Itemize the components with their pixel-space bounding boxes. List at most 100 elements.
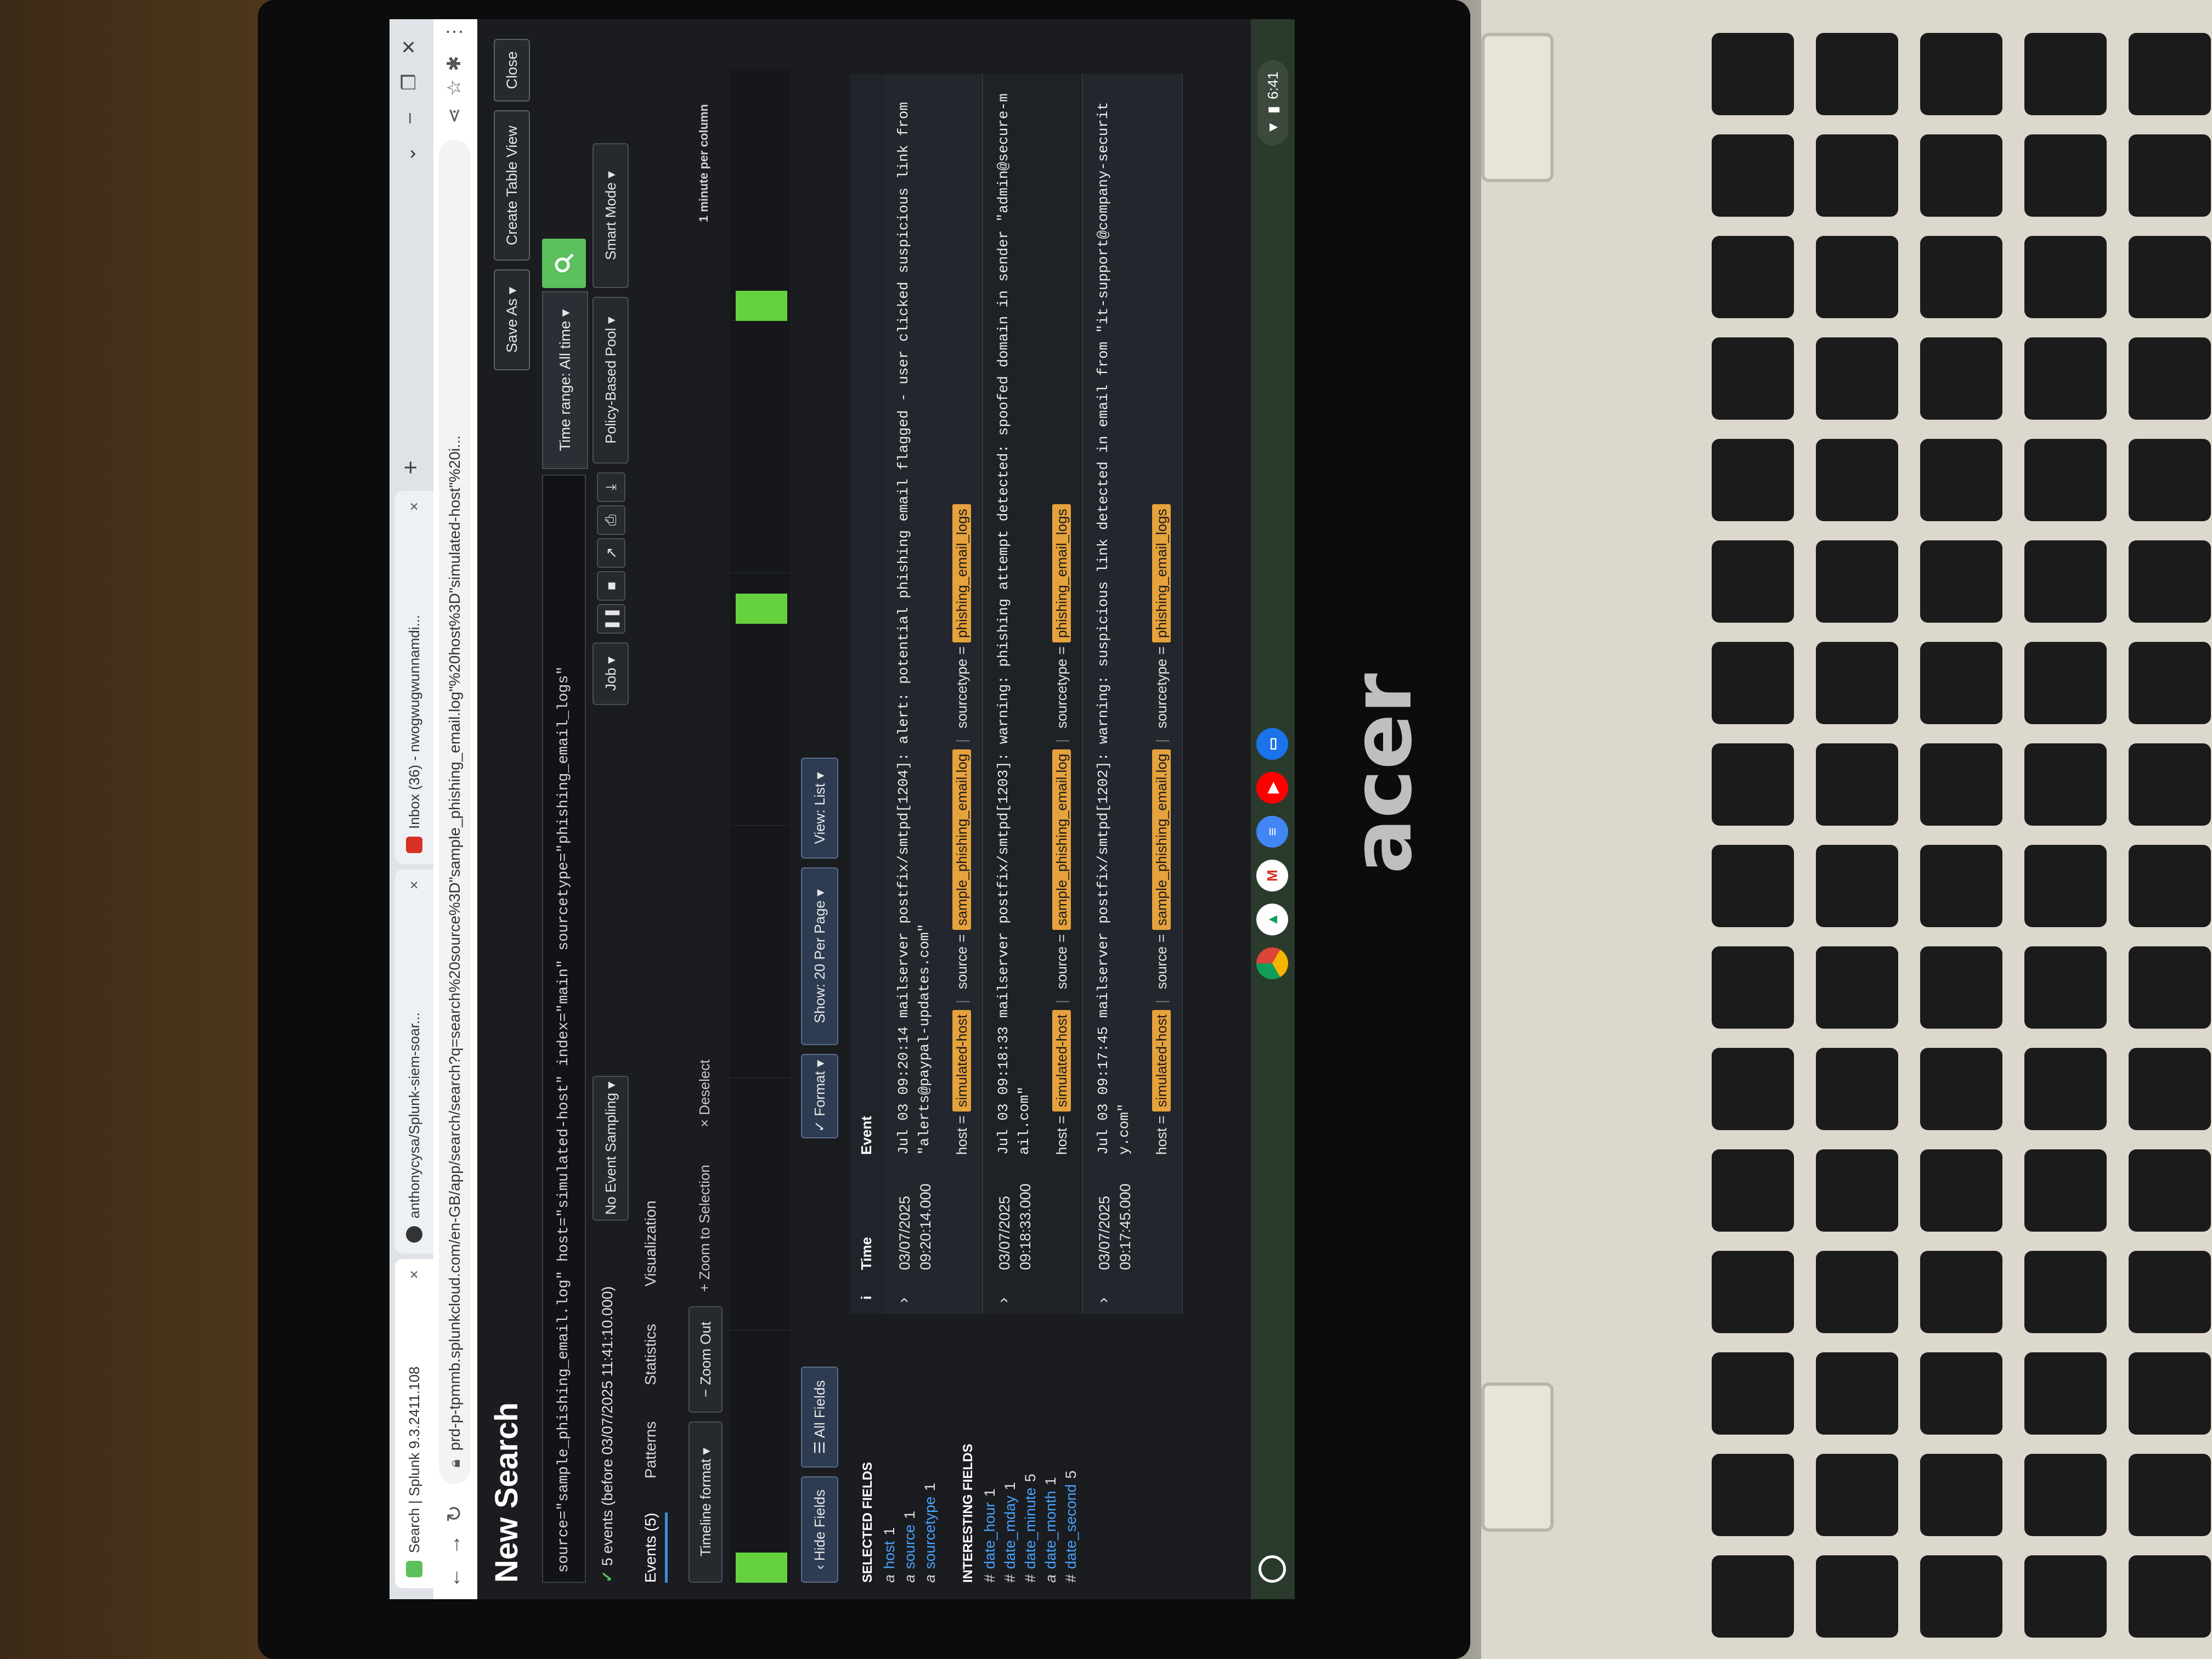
restore-icon[interactable]: ❐ (398, 74, 420, 91)
interesting-fields-heading: INTERESTING FIELDS (961, 1443, 975, 1583)
browser-tab-github[interactable]: anthonycysa/Splunk-siem-soar... × (395, 870, 433, 1254)
keyboard-key (2129, 946, 2211, 1029)
star-icon[interactable]: ☆ (443, 80, 465, 96)
expand-icon[interactable]: › (894, 1297, 913, 1303)
keyboard-key (2024, 134, 2107, 217)
keyboard-key (2024, 1048, 2107, 1130)
expand-icon[interactable]: › (994, 1297, 1013, 1303)
new-tab-icon[interactable]: + (397, 460, 425, 475)
chrome-icon[interactable] (1256, 947, 1288, 979)
docs-icon[interactable]: ≡ (1256, 816, 1288, 848)
youtube-icon[interactable]: ▶ (1256, 772, 1288, 804)
timeline-format-dropdown[interactable]: Timeline format ▾ (689, 1421, 723, 1583)
keyboard-key (2129, 1048, 2211, 1130)
timeline-bar[interactable] (736, 593, 787, 624)
field-date-month[interactable]: a date_month 1 (1042, 1319, 1059, 1583)
keyboard-key (2129, 33, 2211, 115)
event-date: 03/07/2025 (896, 1195, 913, 1270)
zoom-to-selection-link[interactable]: + Zoom to Selection (696, 1165, 713, 1292)
share-icon[interactable]: ⋖ (443, 108, 465, 124)
expand-icon[interactable]: › (1094, 1297, 1113, 1303)
search-mode-dropdown[interactable]: Smart Mode ▾ (592, 143, 629, 288)
all-fields-button[interactable]: ☰ All Fields (801, 1367, 838, 1468)
deselect-link[interactable]: × Deselect (696, 1059, 713, 1127)
browser-tab-splunk[interactable]: Search | Splunk 9.3.2411.108 × (395, 1259, 433, 1588)
per-page-dropdown[interactable]: Show: 20 Per Page ▾ (801, 867, 838, 1045)
field-date-hour[interactable]: # date_hour 1 (981, 1319, 998, 1583)
policy-pool-dropdown[interactable]: Policy-Based Pool ▾ (592, 297, 629, 464)
field-host[interactable]: a host 1 (881, 1319, 898, 1583)
url-field[interactable]: 🔒︎ prd-p-tpmmb.splunkcloud.com/en-GB/app… (439, 140, 471, 1484)
close-icon[interactable]: × (405, 502, 423, 517)
tab-patterns[interactable]: Patterns (642, 1421, 659, 1479)
keyboard-key (1816, 1149, 1898, 1232)
event-sampling-dropdown[interactable]: No Event Sampling ▾ (592, 1076, 629, 1221)
minimize-icon[interactable]: – (398, 113, 420, 123)
sourcetype-value[interactable]: phishing_email_logs (952, 504, 971, 642)
field-sourcetype[interactable]: a sourcetype 1 (922, 1319, 939, 1583)
host-value[interactable]: simulated-host (1052, 1010, 1071, 1112)
tab-events[interactable]: Events (5) (642, 1513, 668, 1583)
reload-icon[interactable]: ↻ (442, 1505, 467, 1522)
job-dropdown[interactable]: Job ▾ (592, 642, 629, 705)
menu-icon[interactable]: ⋮ (443, 22, 465, 41)
view-dropdown[interactable]: View: List ▾ (801, 758, 838, 859)
keyboard-key (1920, 845, 2002, 927)
field-name: date_hour (981, 1502, 998, 1569)
field-source[interactable]: a source 1 (901, 1319, 918, 1583)
launcher-icon[interactable] (1259, 1555, 1286, 1583)
source-value[interactable]: sample_phishing_email.log (952, 749, 971, 930)
keyboard-key (1712, 236, 1794, 318)
stop-icon[interactable]: ■ (597, 571, 625, 601)
zoom-out-button[interactable]: − Zoom Out (689, 1306, 723, 1413)
gmail-icon[interactable]: M (1256, 860, 1288, 891)
time-range-picker[interactable]: Time range: All time ▾ (542, 291, 588, 469)
chevron-down-icon[interactable]: ⌄ (398, 146, 420, 162)
keyboard-key (1816, 236, 1898, 318)
field-type: # (1002, 1574, 1018, 1583)
system-tray[interactable]: ▼ ▮ 6:41 (1257, 60, 1288, 145)
search-button[interactable] (542, 239, 586, 288)
pause-icon[interactable]: ❚❚ (597, 604, 625, 634)
host-value[interactable]: simulated-host (1152, 1010, 1171, 1112)
print-icon[interactable]: ⎙ (597, 505, 625, 535)
extensions-icon[interactable]: ✱ (443, 56, 465, 72)
format-dropdown[interactable]: ✓ Format ▾ (801, 1054, 838, 1138)
separator: | (1153, 1000, 1170, 1004)
create-table-view-button[interactable]: Create Table View (494, 110, 530, 261)
close-icon[interactable]: × (405, 881, 423, 896)
source-value[interactable]: sample_phishing_email.log (1052, 749, 1071, 930)
keyboard-key (2024, 236, 2107, 318)
browser-tab-gmail[interactable]: Inbox (36) - nwogwugwunnamdi... × (395, 491, 433, 864)
close-window-icon[interactable]: ✕ (398, 40, 420, 55)
source-label: source = (953, 934, 970, 990)
event-timeline[interactable] (730, 69, 790, 1583)
time-column-header[interactable]: Time (858, 1237, 875, 1270)
timeline-scale-label: 1 minute per column (697, 104, 710, 222)
hide-fields-button[interactable]: ‹ Hide Fields (801, 1476, 838, 1583)
field-date-second[interactable]: # date_second 5 (1063, 1319, 1080, 1583)
sourcetype-value[interactable]: phishing_email_logs (1152, 504, 1171, 642)
share-icon[interactable]: ↗ (597, 538, 625, 568)
field-date-mday[interactable]: # date_mday 1 (1002, 1319, 1019, 1583)
search-input[interactable]: source="sample_phishing_email.log" host=… (542, 475, 586, 1583)
forward-icon[interactable]: → (442, 1534, 466, 1555)
save-as-button[interactable]: Save As ▾ (494, 269, 530, 370)
sourcetype-value[interactable]: phishing_email_logs (1052, 504, 1071, 642)
back-icon[interactable]: ← (442, 1567, 466, 1588)
files-icon[interactable]: ▭ (1256, 728, 1288, 760)
export-icon[interactable]: ⤓ (597, 472, 625, 502)
drive-icon[interactable]: ▲ (1256, 904, 1288, 935)
fields-sidebar: SELECTED FIELDS ahost1 asource1 asourcet… (850, 1319, 1245, 1583)
source-value[interactable]: sample_phishing_email.log (1152, 749, 1171, 930)
field-date-minute[interactable]: # date_minute 5 (1022, 1319, 1039, 1583)
separator: | (1053, 1000, 1070, 1004)
timeline-bar[interactable] (736, 290, 787, 321)
timeline-bar[interactable] (736, 1552, 787, 1583)
close-icon[interactable]: × (405, 1270, 423, 1285)
close-button[interactable]: Close (494, 39, 530, 101)
host-value[interactable]: simulated-host (952, 1010, 971, 1112)
keyboard-key (1816, 134, 1898, 217)
tab-visualization[interactable]: Visualization (642, 1200, 659, 1286)
tab-statistics[interactable]: Statistics (642, 1324, 659, 1385)
